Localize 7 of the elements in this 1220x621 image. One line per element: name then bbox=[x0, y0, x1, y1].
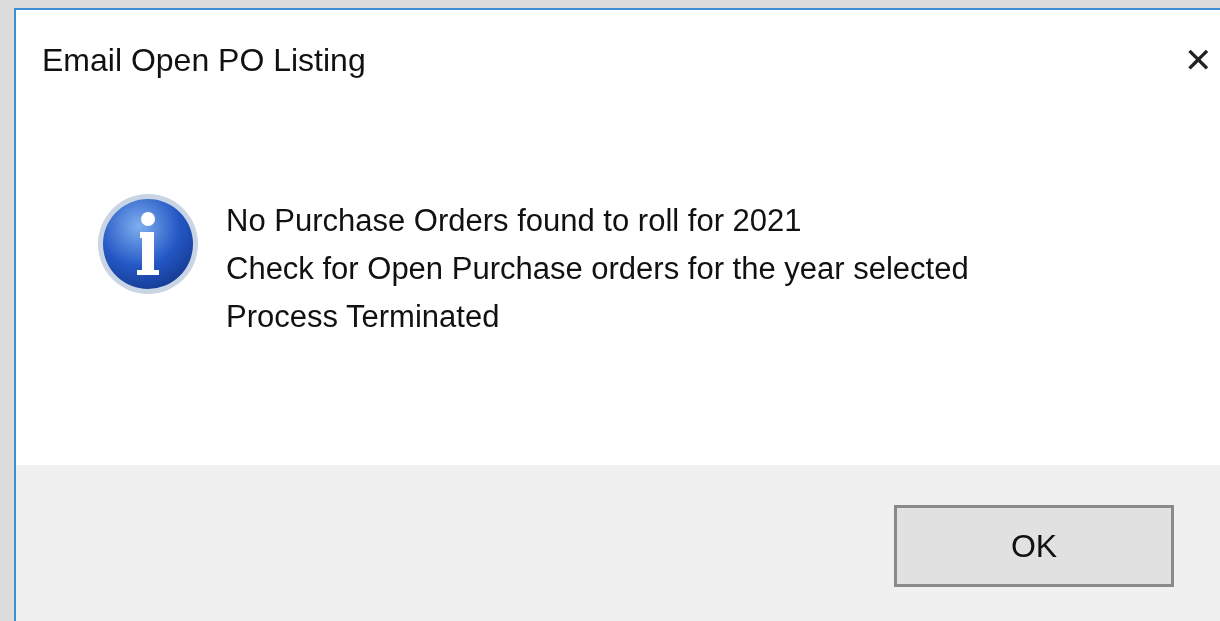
close-button[interactable]: ✕ bbox=[1176, 43, 1220, 77]
message-text: No Purchase Orders found to roll for 2021 bbox=[226, 202, 803, 240]
message-text: Check for Open Purchase orders for the year selected bbox=[226, 250, 969, 288]
info-icon bbox=[96, 192, 200, 296]
window-title: Email Open PO Listing bbox=[42, 41, 366, 80]
ok-button[interactable]: OK bbox=[894, 505, 1174, 587]
message-text: Process Terminated bbox=[226, 298, 501, 336]
